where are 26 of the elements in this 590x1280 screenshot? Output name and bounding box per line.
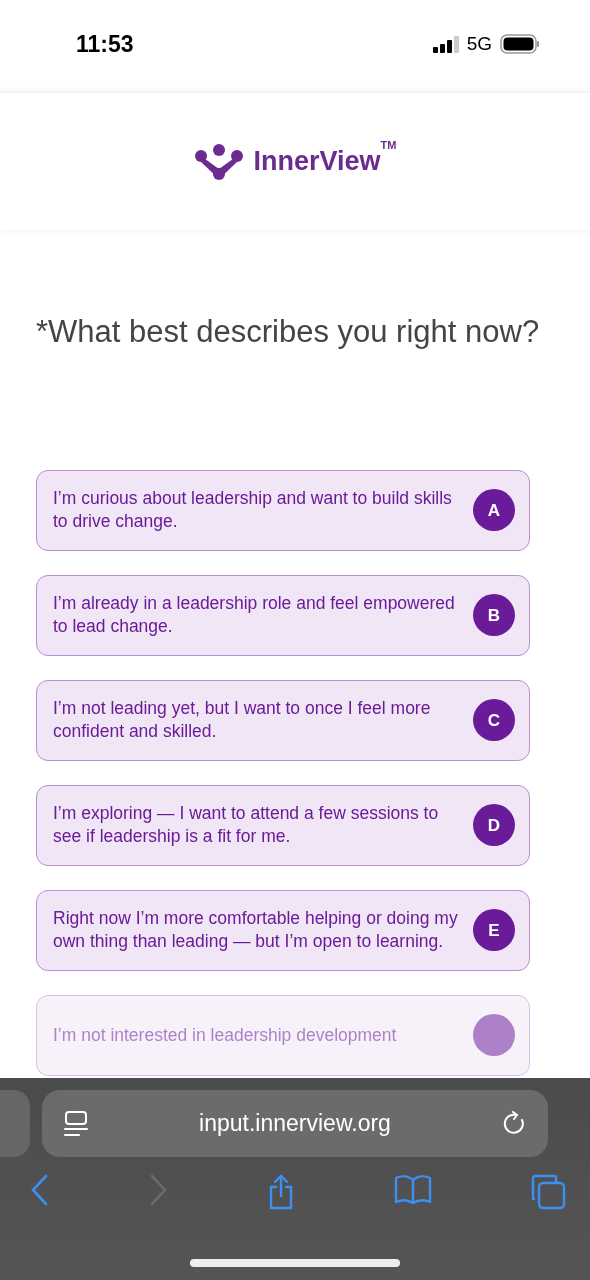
- reload-icon[interactable]: [502, 1110, 526, 1137]
- option-letter: E: [473, 909, 515, 952]
- back-icon[interactable]: [30, 1174, 50, 1206]
- option-marker: [473, 1014, 515, 1057]
- option-letter: A: [473, 489, 515, 532]
- question-text: *What best describes you right now?: [36, 313, 541, 351]
- option-letter: C: [473, 699, 515, 742]
- status-time: 11:53: [76, 29, 134, 59]
- battery-icon: [500, 34, 540, 54]
- signal-icon: [432, 35, 459, 53]
- answer-option[interactable]: I’m already in a leadership role and feel empowered to lead change. B: [36, 574, 530, 656]
- reader-icon[interactable]: [64, 1109, 88, 1138]
- option-letter: B: [473, 594, 515, 637]
- logo-icon: [193, 142, 244, 181]
- answer-option[interactable]: I’m exploring — I want to attend a few sessions to see if leadership is a fit for me. D: [36, 784, 530, 866]
- network-label: 5G: [466, 31, 492, 56]
- url-text: input.innerview.org: [199, 1109, 391, 1139]
- answer-option[interactable]: I’m not leading yet, but I want to once I feel more confident and skilled. C: [36, 679, 530, 761]
- bookmarks-icon[interactable]: [394, 1174, 432, 1204]
- option-letter: D: [473, 804, 515, 847]
- answer-option[interactable]: Right now I’m more comfortable helping or doing my own thing than leading — but I’m open to learning. E: [36, 889, 530, 971]
- answer-option[interactable]: I’m curious about leadership and want to build skills to drive change. A: [36, 469, 530, 551]
- address-bar[interactable]: input.innerview.org: [42, 1090, 548, 1157]
- tabs-icon[interactable]: [530, 1174, 566, 1210]
- brand-logo[interactable]: InnerView$^{TM}$: [253, 141, 397, 182]
- forward-icon[interactable]: [148, 1174, 168, 1206]
